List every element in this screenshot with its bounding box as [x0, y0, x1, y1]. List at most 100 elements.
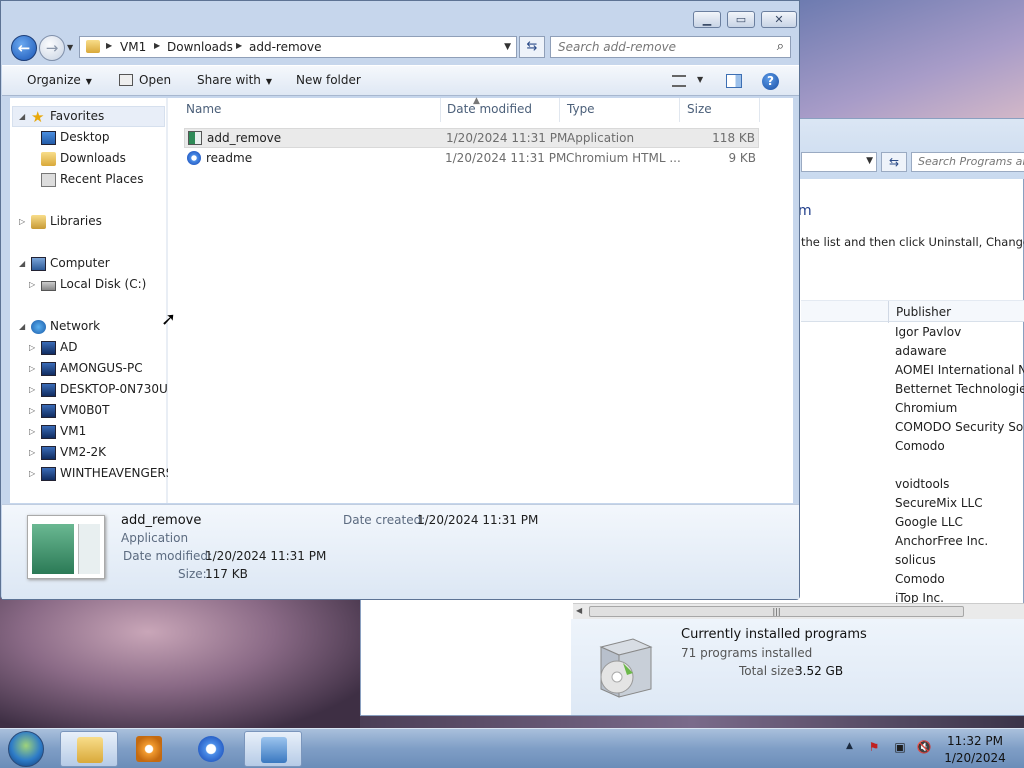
horizontal-scrollbar[interactable]: ◀ |||	[573, 603, 1024, 619]
nav-network-computer[interactable]: ▷ WINTHEAVENGERS	[29, 466, 173, 481]
network-tray-icon[interactable]: ▣	[892, 739, 908, 755]
nav-network[interactable]: ◢ Network	[19, 319, 100, 334]
expand-icon[interactable]: ◢	[19, 259, 25, 268]
open-button[interactable]: Open	[119, 73, 171, 87]
programs-search-input[interactable]: Search Programs an	[911, 152, 1024, 172]
minimize-button[interactable]: ▁	[693, 11, 721, 28]
show-hidden-icons-icon[interactable]: ▲	[846, 741, 853, 751]
file-row[interactable]: readme 1/20/2024 11:31 PM Chromium HTML …	[184, 149, 759, 169]
explorer-window[interactable]: ▁ ▭ ✕ ← → ▼ ▶ VM1 ▶ Downloads ▶ add-remo…	[0, 0, 800, 600]
list-item[interactable]: COMODO Security Soluti	[895, 420, 1024, 439]
expand-icon[interactable]: ▷	[29, 406, 35, 415]
app-icon	[188, 131, 202, 145]
nav-desktop[interactable]: Desktop	[41, 130, 110, 145]
clock[interactable]: 11:32 PM 1/20/2024	[940, 733, 1010, 767]
programs-column-header[interactable]: Publisher	[801, 300, 1024, 323]
preview-pane-icon[interactable]	[726, 74, 742, 88]
expand-icon[interactable]: ▷	[29, 364, 35, 373]
publisher-column-header[interactable]: Publisher	[896, 305, 951, 319]
organize-button[interactable]: Organize ▼	[27, 73, 92, 87]
list-item[interactable]: voidtools	[895, 477, 1024, 496]
action-center-icon[interactable]: ⚑	[866, 739, 882, 755]
view-options-icon[interactable]	[672, 75, 686, 87]
taskbar-chromium-button[interactable]	[182, 731, 240, 767]
column-header-size[interactable]: Size	[680, 98, 760, 122]
new-folder-button[interactable]: New folder	[296, 73, 361, 87]
chevron-right-icon[interactable]: ▶	[154, 41, 160, 50]
list-item[interactable]: Comodo	[895, 572, 1024, 591]
nav-local-disk[interactable]: ▷ Local Disk (C:)	[29, 277, 146, 291]
chevron-right-icon[interactable]: ▶	[236, 41, 242, 50]
expand-icon[interactable]: ▷	[29, 448, 35, 457]
list-item[interactable]: solicus	[895, 553, 1024, 572]
expand-icon[interactable]: ▷	[19, 217, 25, 226]
nav-network-computer[interactable]: ▷ VM1	[29, 424, 86, 439]
expand-icon[interactable]: ▷	[29, 385, 35, 394]
taskbar-control-panel-button[interactable]	[244, 731, 302, 767]
column-divider[interactable]	[888, 301, 889, 323]
back-button[interactable]: ←	[11, 35, 37, 61]
column-header-name[interactable]: Name	[179, 98, 441, 122]
list-item[interactable]	[895, 458, 1024, 477]
list-item[interactable]: Google LLC	[895, 515, 1024, 534]
list-item[interactable]: Betternet Technologies I	[895, 382, 1024, 401]
list-item[interactable]: AOMEI International Net	[895, 363, 1024, 382]
nav-network-computer[interactable]: ▷ AD	[29, 340, 77, 355]
publisher-list[interactable]: Igor Pavlov adaware AOMEI International …	[895, 325, 1024, 610]
column-header-date[interactable]: Date modified	[440, 98, 560, 122]
address-bar[interactable]: ▶ VM1 ▶ Downloads ▶ add-remove ▼	[79, 36, 517, 58]
share-with-button[interactable]: Share with ▼	[197, 73, 272, 87]
search-input[interactable]: Search add-remove ⌕	[550, 36, 791, 58]
refresh-button[interactable]: ⇆	[519, 36, 545, 58]
nav-network-computer[interactable]: ▷ VM2-2K	[29, 445, 106, 460]
list-item[interactable]: SecureMix LLC	[895, 496, 1024, 515]
close-button[interactable]: ✕	[761, 11, 797, 28]
taskbar-media-player-button[interactable]	[120, 731, 178, 767]
breadcrumb-item[interactable]: VM1	[120, 40, 146, 54]
expand-icon[interactable]: ▷	[29, 280, 35, 289]
column-header-type[interactable]: Type	[560, 98, 680, 122]
programs-address-bar[interactable]: ▼	[801, 152, 877, 172]
expand-icon[interactable]: ◢	[19, 112, 25, 121]
forward-button[interactable]: →	[39, 35, 65, 61]
chevron-down-icon[interactable]: ▼	[697, 75, 703, 84]
chevron-down-icon[interactable]: ▼	[504, 42, 511, 52]
taskbar-explorer-button[interactable]	[60, 731, 118, 767]
nav-network-computer[interactable]: ▷ AMONGUS-PC	[29, 361, 143, 376]
list-item[interactable]: AnchorFree Inc.	[895, 534, 1024, 553]
chevron-down-icon[interactable]: ▼	[866, 156, 873, 166]
help-icon[interactable]: ?	[762, 73, 779, 90]
expand-icon[interactable]: ▷	[29, 343, 35, 352]
list-item[interactable]: adaware	[895, 344, 1024, 363]
breadcrumb-item[interactable]: add-remove	[249, 40, 322, 54]
file-list[interactable]: ▲ Name Date modified Type Size add_remov…	[168, 96, 793, 503]
breadcrumb-item[interactable]: Downloads	[167, 40, 233, 54]
volume-muted-icon[interactable]: 🔇	[916, 739, 932, 755]
recent-places-icon	[41, 173, 56, 187]
chevron-right-icon[interactable]: ▶	[106, 41, 112, 50]
nav-network-computer[interactable]: ▷ DESKTOP-0N730U6	[29, 382, 175, 397]
maximize-button[interactable]: ▭	[727, 11, 755, 28]
recent-pages-chevron-icon[interactable]: ▼	[67, 43, 73, 52]
start-button[interactable]	[8, 731, 44, 767]
scrollbar-thumb[interactable]: |||	[589, 606, 964, 617]
nav-favorites[interactable]: ◢ ★ Favorites	[19, 109, 104, 125]
nav-libraries[interactable]: ▷ Libraries	[19, 214, 102, 229]
folder-icon	[77, 737, 103, 763]
nav-network-computer[interactable]: ▷ VM0B0T	[29, 403, 109, 418]
expand-icon[interactable]: ▷	[29, 427, 35, 436]
nav-computer[interactable]: ◢ Computer	[19, 256, 110, 271]
search-icon[interactable]: ⌕	[777, 39, 784, 54]
list-item[interactable]: Chromium	[895, 401, 1024, 420]
computer-icon	[31, 257, 46, 271]
refresh-icon[interactable]: ⇆	[881, 152, 907, 172]
nav-recent-places[interactable]: Recent Places	[41, 172, 143, 187]
expand-icon[interactable]: ◢	[19, 322, 25, 331]
file-row[interactable]: add_remove 1/20/2024 11:31 PM Applicatio…	[184, 128, 759, 148]
scroll-left-icon[interactable]: ◀	[576, 606, 582, 615]
list-item[interactable]: Comodo	[895, 439, 1024, 458]
expand-icon[interactable]: ▷	[29, 469, 35, 478]
mouse-cursor-icon: ➚	[161, 309, 177, 330]
nav-downloads[interactable]: Downloads	[41, 151, 126, 166]
list-item[interactable]: Igor Pavlov	[895, 325, 1024, 344]
